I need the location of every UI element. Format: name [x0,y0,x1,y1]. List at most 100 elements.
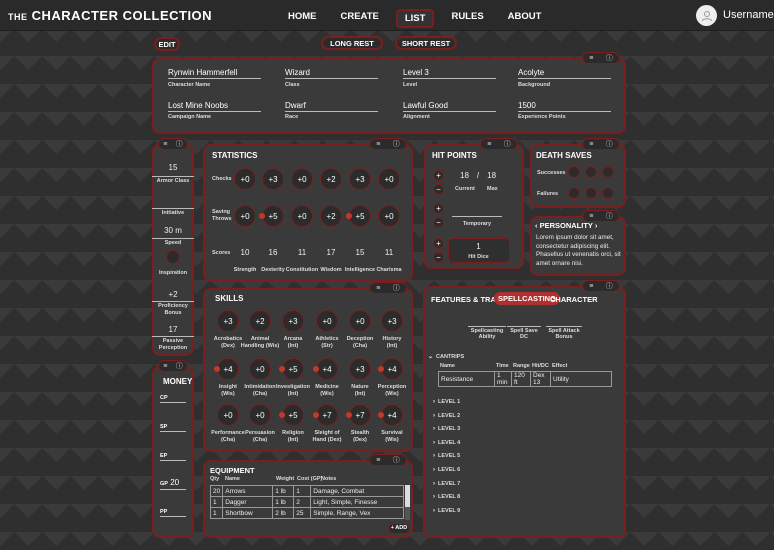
skill-value-13[interactable]: +0 [249,404,271,426]
menu-icon[interactable]: ≡ [376,285,380,292]
skill-value-16[interactable]: +7 [349,404,371,426]
failure-check-2[interactable] [585,187,597,199]
failure-check-3[interactable] [602,187,614,199]
ability-check-3[interactable]: +2 [320,168,342,190]
ability-check-4[interactable]: +3 [349,168,371,190]
skill-value-3[interactable]: +0 [316,310,338,332]
info-icon[interactable]: ⓘ [393,455,400,465]
ability-check-1[interactable]: +3 [262,168,284,190]
spell-level-6[interactable]: › LEVEL 6 [433,467,460,473]
short-rest-button[interactable]: SHORT REST [395,36,457,50]
ability-score-4[interactable]: 15 [349,248,371,257]
spell-level-3[interactable]: › LEVEL 3 [433,426,460,432]
spell-level-9[interactable]: › LEVEL 9 [433,508,460,514]
background-field[interactable]: Acolyte [518,68,611,79]
ability-score-0[interactable]: 10 [234,248,256,257]
skill-value-0[interactable]: +3 [217,310,239,332]
ability-score-2[interactable]: 11 [291,248,313,257]
cp-field[interactable]: CP [160,395,186,403]
username[interactable]: Username [723,9,774,21]
skill-value-12[interactable]: +0 [217,404,239,426]
xp-field[interactable]: 1500 [518,101,611,112]
temp-hp-field[interactable] [452,208,502,217]
hit-dice-box[interactable]: 1 Hit Dice [448,238,510,263]
menu-icon[interactable]: ≡ [163,363,167,370]
menu-icon[interactable]: ≡ [589,213,593,220]
skill-value-8[interactable]: +5 [282,358,304,380]
ability-check-5[interactable]: +0 [378,168,400,190]
info-icon[interactable]: ⓘ [606,211,613,221]
brand-logo[interactable]: THE CHARACTER COLLECTION [8,8,212,23]
info-icon[interactable]: ⓘ [504,139,511,149]
ability-score-3[interactable]: 17 [320,248,342,257]
inspiration-toggle[interactable] [166,250,180,264]
temp-hp-increase-button[interactable]: + [433,203,444,214]
alignment-field[interactable]: Lawful Good [403,101,496,112]
menu-icon[interactable]: ≡ [589,141,593,148]
nav-home[interactable]: HOME [281,9,324,28]
menu-icon[interactable]: ≡ [376,457,380,464]
campaign-field[interactable]: Lost Mine Noobs [168,101,261,112]
level-field[interactable]: Level 3 [403,68,496,79]
ability-check-0[interactable]: +0 [234,168,256,190]
sp-field[interactable]: SP [160,424,186,432]
race-field[interactable]: Dwarf [285,101,378,112]
spell-level-7[interactable]: › LEVEL 7 [433,481,460,487]
ability-check-2[interactable]: +0 [291,168,313,190]
passive-value[interactable]: 17 [152,325,194,334]
skill-value-11[interactable]: +4 [381,358,403,380]
speed-value[interactable]: 30 m [152,226,194,235]
nav-list[interactable]: LIST [395,9,435,28]
proficiency-value[interactable]: +2 [152,290,194,299]
pp-field[interactable]: PP [160,509,186,517]
skill-value-15[interactable]: +7 [316,404,338,426]
spell-level-5[interactable]: › LEVEL 5 [433,453,460,459]
hit-dice-increase-button[interactable]: + [433,238,444,249]
table-row[interactable]: 1 Dagger 1 lb 2 Light, Simple, Finesse [209,496,404,508]
skill-value-4[interactable]: +0 [349,310,371,332]
table-row[interactable]: 20 Arrows 1 lb 1 Damage, Combat [209,485,404,497]
ability-score-1[interactable]: 16 [262,248,284,257]
saving-throw-2[interactable]: +0 [291,205,313,227]
skill-value-1[interactable]: +2 [249,310,271,332]
saving-throw-0[interactable]: +0 [234,205,256,227]
saving-throw-1[interactable]: +5 [262,205,284,227]
hp-increase-button[interactable]: + [433,170,444,181]
edit-button[interactable]: EDIT [154,37,180,51]
spell-level-8[interactable]: › LEVEL 8 [433,494,460,500]
avatar[interactable] [696,5,717,26]
skill-value-10[interactable]: +3 [349,358,371,380]
hit-dice-decrease-button[interactable]: − [433,252,444,263]
skill-value-9[interactable]: +4 [316,358,338,380]
saving-throw-3[interactable]: +2 [320,205,342,227]
menu-icon[interactable]: ≡ [589,283,593,290]
ability-score-5[interactable]: 11 [378,248,400,257]
skill-value-5[interactable]: +3 [381,310,403,332]
table-row[interactable]: 1 Shortbow 2 lb 25 Simple, Range, Vex [209,507,404,519]
nav-create[interactable]: CREATE [334,9,386,28]
saving-throw-5[interactable]: +0 [378,205,400,227]
success-check-3[interactable] [602,166,614,178]
spell-level-1[interactable]: › LEVEL 1 [433,399,460,405]
failure-check-1[interactable] [568,187,580,199]
cantrip-row[interactable]: Resistance 1 min 120 ft Dex 13 Utility [438,371,612,387]
success-check-2[interactable] [585,166,597,178]
nav-about[interactable]: ABOUT [501,9,549,28]
info-icon[interactable]: ⓘ [393,139,400,149]
skill-value-14[interactable]: +5 [282,404,304,426]
class-field[interactable]: Wizard [285,68,378,79]
info-icon[interactable]: ⓘ [606,281,613,291]
long-rest-button[interactable]: LONG REST [321,36,383,50]
personality-text[interactable]: Lorem ipsum dolor sit amet, consectetur … [536,234,622,268]
menu-icon[interactable]: ≡ [589,55,593,62]
nav-rules[interactable]: RULES [444,9,490,28]
info-icon[interactable]: ⓘ [176,361,183,371]
info-icon[interactable]: ⓘ [176,139,183,149]
tab-character[interactable]: CHARACTER [550,295,598,304]
armor-class-value[interactable]: 15 [152,163,194,172]
menu-icon[interactable]: ≡ [487,141,491,148]
menu-icon[interactable]: ≡ [163,141,167,148]
character-name-field[interactable]: Rynwin Hammerfell [168,68,261,79]
info-icon[interactable]: ⓘ [606,139,613,149]
saving-throw-4[interactable]: +5 [349,205,371,227]
